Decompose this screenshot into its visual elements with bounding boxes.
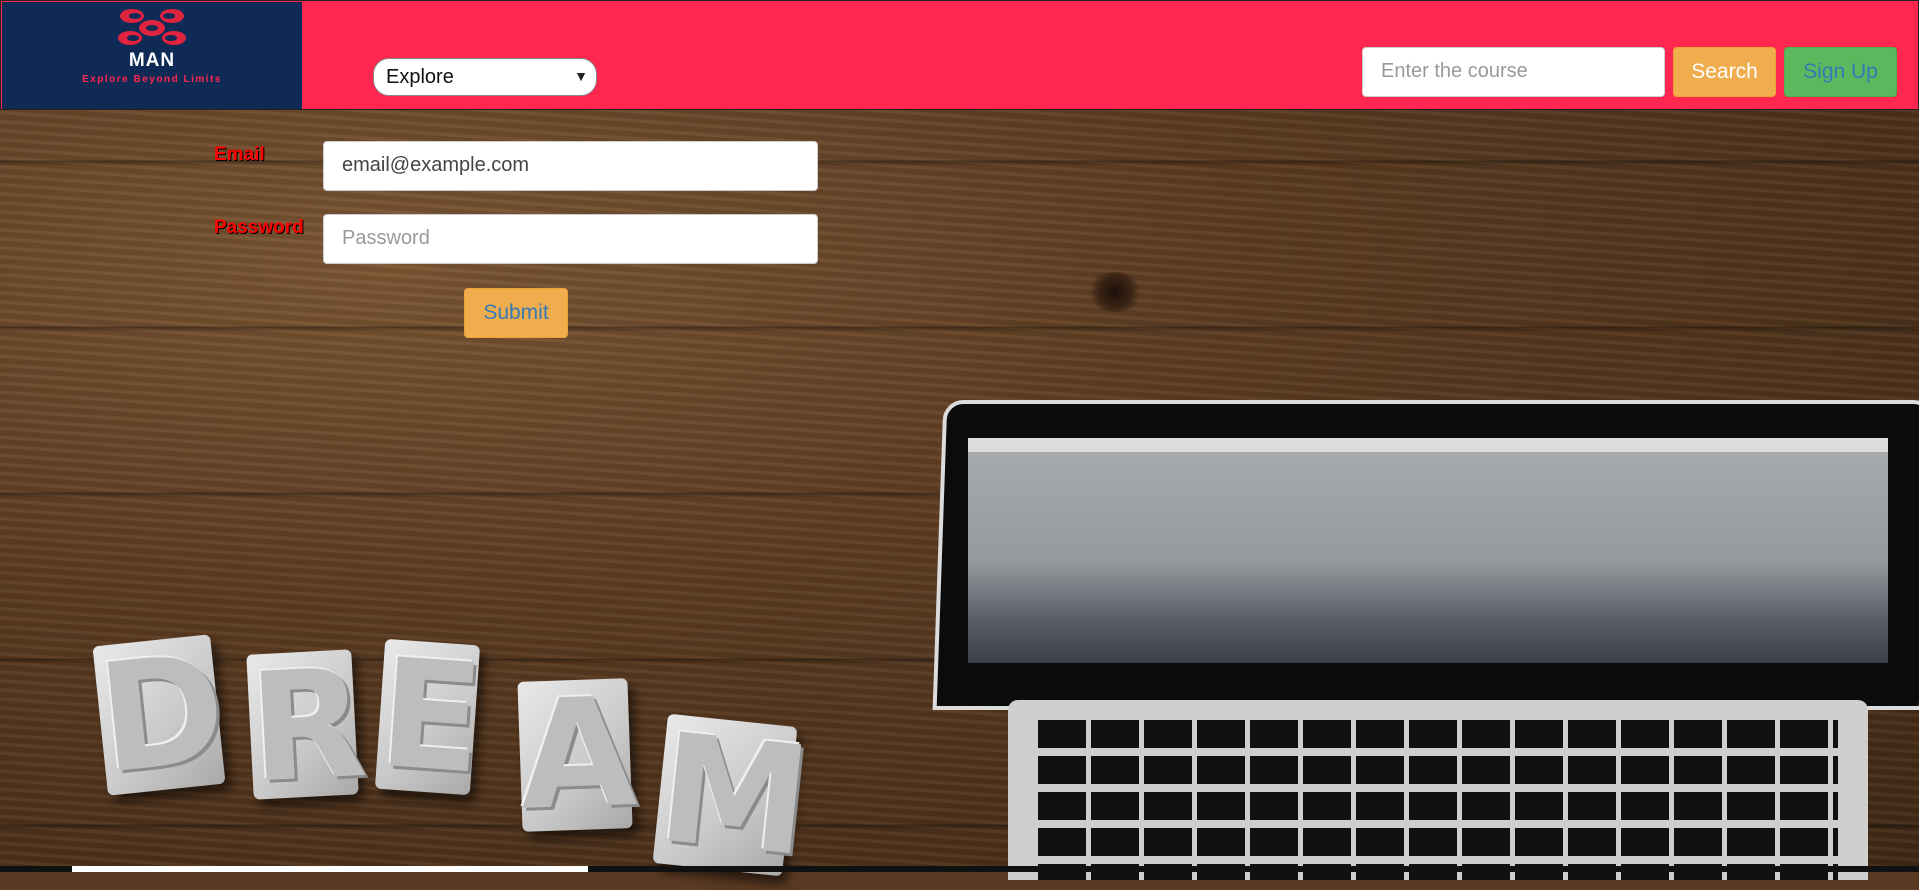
wood-knot: [1085, 272, 1145, 312]
laptop-browser-bar: [968, 438, 1888, 452]
search-placeholder: Enter the course: [1381, 60, 1528, 82]
top-navbar: MAN Explore Beyond Limits Explore ▼ Ente…: [0, 0, 1919, 110]
letter-a: A: [516, 665, 640, 844]
course-search-input[interactable]: Enter the course: [1362, 47, 1665, 97]
brand-logo[interactable]: MAN Explore Beyond Limits: [2, 2, 302, 109]
submit-button[interactable]: Submit: [464, 288, 568, 338]
brand-tagline: Explore Beyond Limits: [82, 74, 222, 85]
letter-r: R: [245, 636, 371, 817]
bottom-scrollbar-thumb[interactable]: [72, 866, 588, 872]
sign-up-button[interactable]: Sign Up: [1784, 47, 1897, 97]
email-field[interactable]: email@example.com: [323, 141, 818, 191]
email-label: Email: [214, 144, 265, 165]
letter-e: E: [374, 626, 489, 808]
brand-name: MAN: [128, 50, 176, 71]
letter-m: M: [651, 701, 818, 890]
logo-mark-icon: [118, 9, 186, 45]
dropdown-arrow-icon: ▼: [574, 68, 588, 84]
search-button[interactable]: Search: [1673, 47, 1776, 97]
letter-d: D: [91, 621, 234, 808]
explore-selected-value: Explore: [386, 66, 454, 88]
password-label: Password: [214, 217, 304, 238]
password-placeholder: Password: [342, 227, 430, 249]
laptop-screen: [968, 438, 1888, 663]
laptop-keys: [1038, 720, 1838, 880]
password-field[interactable]: Password: [323, 214, 818, 264]
dream-letters-photo: D R E A M: [90, 620, 818, 890]
email-value: email@example.com: [342, 154, 530, 176]
laptop-photo: [932, 400, 1919, 880]
explore-dropdown[interactable]: Explore ▼: [373, 58, 597, 96]
